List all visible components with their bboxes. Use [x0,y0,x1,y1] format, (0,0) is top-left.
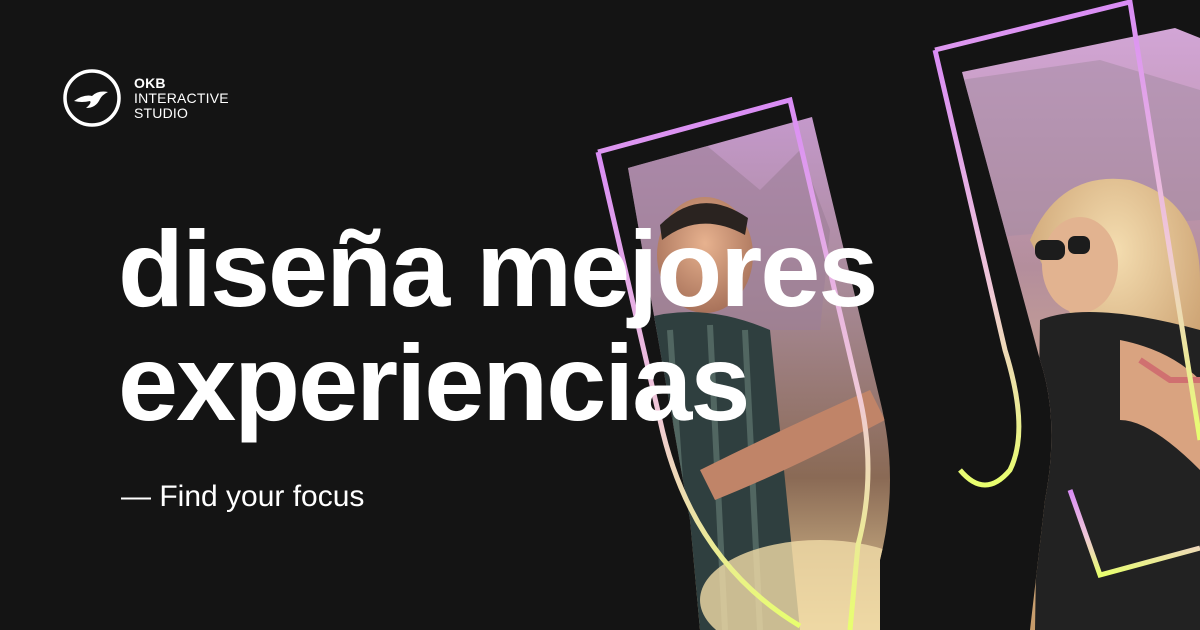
brand-name-line2: INTERACTIVE [134,89,229,106]
brand-name: OKB INTERACTIVE STUDIO [134,74,229,121]
brand-logo[interactable]: OKB INTERACTIVE STUDIO [62,68,229,128]
brand-name-line1: OKB [134,74,166,91]
bird-in-circle-icon [63,69,121,127]
hero-tagline: — Find your focus [121,480,365,513]
headline-line1: diseña mejores [118,208,878,329]
right-photo [962,28,1200,630]
brand-name-line3: STUDIO [134,104,189,121]
headline-line2: experiencias [118,322,750,443]
hero-headline: diseña mejores experiencias [118,208,878,443]
social-banner: OKB INTERACTIVE STUDIO diseña mejores ex… [0,0,1200,630]
